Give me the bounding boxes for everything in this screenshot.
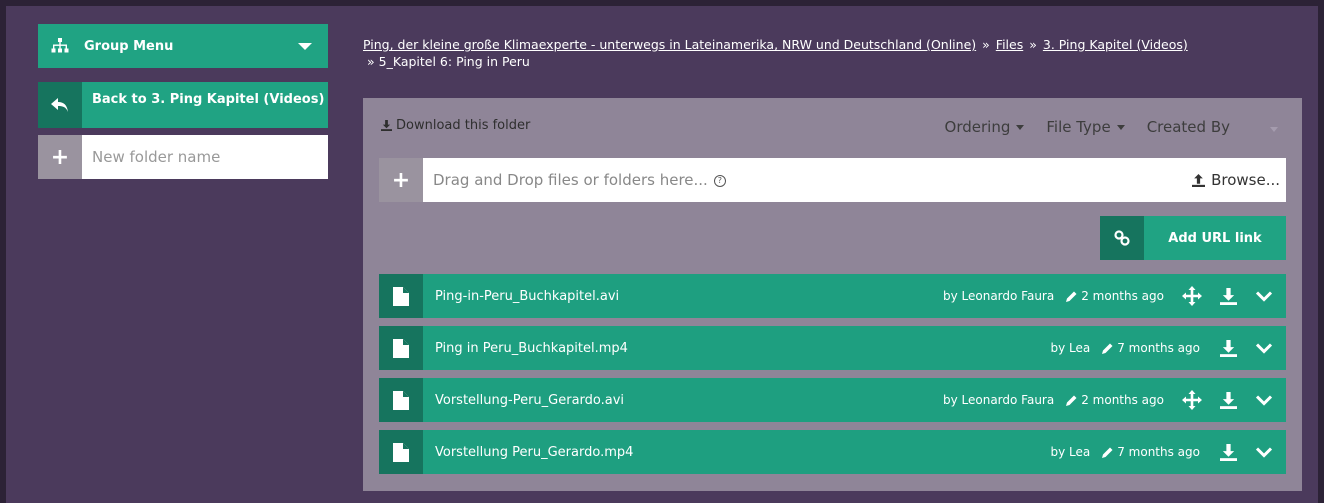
download-icon[interactable] — [1210, 443, 1246, 461]
dropzone-area: Drag and Drop files or folders here...? … — [423, 158, 1286, 202]
download-icon[interactable] — [1210, 391, 1246, 409]
back-button[interactable]: Back to 3. Ping Kapitel (Videos) — [38, 82, 328, 128]
plus-icon[interactable]: + — [38, 135, 82, 179]
caret-down-icon — [1016, 124, 1025, 130]
file-author: by Lea — [1050, 341, 1091, 355]
sitemap-icon — [38, 24, 82, 68]
new-folder-form: + — [38, 135, 328, 179]
group-menu-label: Group Menu — [84, 38, 174, 54]
breadcrumb-separator: » — [367, 54, 375, 69]
pencil-icon — [1066, 395, 1077, 406]
file-time: 2 months ago — [1081, 289, 1164, 303]
ordering-label: Ordering — [944, 118, 1011, 136]
link-icon — [1100, 216, 1144, 260]
file-row[interactable]: Ping in Peru_Buchkapitel.mp4 by Lea 7 mon… — [379, 326, 1286, 370]
breadcrumb-current: 5_Kapitel 6: Ping in Peru — [378, 54, 530, 69]
upload-dropzone[interactable]: + Drag and Drop files or folders here...… — [379, 158, 1286, 202]
download-folder-link[interactable]: Download this folder — [381, 118, 530, 133]
file-icon — [379, 274, 423, 318]
pencil-icon — [1102, 343, 1113, 354]
reply-arrow-icon — [38, 82, 82, 128]
files-panel: Download this folder Ordering File Type … — [363, 98, 1302, 491]
add-url-label: Add URL link — [1144, 216, 1286, 260]
file-row[interactable]: Ping-in-Peru_Buchkapitel.avi by Leonardo… — [379, 274, 1286, 318]
chevron-down-icon[interactable] — [1246, 394, 1282, 406]
new-folder-input[interactable] — [82, 135, 328, 179]
breadcrumb-link-project[interactable]: Ping, der kleine große Klimaexperte - un… — [363, 37, 976, 52]
plus-icon[interactable]: + — [379, 158, 423, 202]
file-row[interactable]: Vorstellung Peru_Gerardo.mp4 by Lea 7 mon… — [379, 430, 1286, 474]
ordering-dropdown[interactable]: Ordering — [945, 118, 1025, 136]
download-icon[interactable] — [1210, 287, 1246, 305]
filter-bar: Ordering File Type Created By — [945, 118, 1230, 136]
move-icon[interactable] — [1174, 390, 1210, 410]
file-time: 2 months ago — [1081, 393, 1164, 407]
file-meta: by Leonardo Faura 2 months ago — [943, 289, 1164, 303]
chevron-down-icon[interactable] — [1246, 342, 1282, 354]
caret-down-icon — [1270, 127, 1278, 132]
file-row-body: Ping in Peru_Buchkapitel.mp4 by Lea 7 mon… — [423, 326, 1286, 370]
file-time: 7 months ago — [1117, 341, 1200, 355]
upload-icon — [1192, 173, 1206, 187]
file-name[interactable]: Ping-in-Peru_Buchkapitel.avi — [435, 289, 943, 304]
file-row-body: Vorstellung-Peru_Gerardo.avi by Leonardo… — [423, 378, 1286, 422]
file-meta: by Lea 7 months ago — [1050, 341, 1200, 355]
dropzone-text-wrap: Drag and Drop files or folders here...? — [433, 171, 726, 189]
breadcrumb-separator: » — [1029, 37, 1037, 52]
file-row-body: Vorstellung Peru_Gerardo.mp4 by Lea 7 mon… — [423, 430, 1286, 474]
browse-button[interactable]: Browse... — [1192, 171, 1280, 189]
file-icon — [379, 378, 423, 422]
caret-down-icon — [1116, 124, 1125, 130]
download-folder-label: Download this folder — [396, 118, 531, 133]
download-icon[interactable] — [1210, 339, 1246, 357]
file-name[interactable]: Ping in Peru_Buchkapitel.mp4 — [435, 341, 1050, 356]
file-name[interactable]: Vorstellung-Peru_Gerardo.avi — [435, 393, 943, 408]
download-icon — [381, 120, 392, 131]
created-by-dropdown[interactable]: Created By — [1147, 118, 1230, 136]
group-menu-button[interactable]: Group Menu — [38, 24, 328, 68]
file-time: 7 months ago — [1117, 445, 1200, 459]
breadcrumb-link-folder[interactable]: 3. Ping Kapitel (Videos) — [1043, 37, 1188, 52]
back-button-label: Back to 3. Ping Kapitel (Videos) — [82, 82, 328, 128]
breadcrumb-link-files[interactable]: Files — [996, 37, 1023, 52]
file-author: by Leonardo Faura — [942, 289, 1055, 303]
breadcrumb-separator: » — [982, 37, 990, 52]
caret-down-icon — [298, 42, 312, 50]
file-author: by Lea — [1050, 445, 1091, 459]
add-url-link-button[interactable]: Add URL link — [1100, 216, 1286, 260]
pencil-icon — [1066, 291, 1077, 302]
move-icon[interactable] — [1174, 286, 1210, 306]
file-type-label: File Type — [1046, 118, 1111, 136]
file-meta: by Leonardo Faura 2 months ago — [943, 393, 1164, 407]
file-type-dropdown[interactable]: File Type — [1046, 118, 1125, 136]
file-author: by Leonardo Faura — [942, 393, 1055, 407]
pencil-icon — [1102, 447, 1113, 458]
file-row[interactable]: Vorstellung-Peru_Gerardo.avi by Leonardo… — [379, 378, 1286, 422]
chevron-down-icon[interactable] — [1246, 446, 1282, 458]
file-icon — [379, 430, 423, 474]
dropzone-text: Drag and Drop files or folders here... — [433, 171, 708, 189]
file-row-body: Ping-in-Peru_Buchkapitel.avi by Leonardo… — [423, 274, 1286, 318]
breadcrumb: Ping, der kleine große Klimaexperte - un… — [363, 36, 1283, 70]
file-name[interactable]: Vorstellung Peru_Gerardo.mp4 — [435, 445, 1050, 460]
file-icon — [379, 326, 423, 370]
help-icon[interactable]: ? — [713, 174, 726, 187]
chevron-down-icon[interactable] — [1246, 290, 1282, 302]
created-by-label: Created By — [1146, 118, 1230, 136]
file-meta: by Lea 7 months ago — [1050, 445, 1200, 459]
browse-label: Browse... — [1211, 171, 1280, 189]
